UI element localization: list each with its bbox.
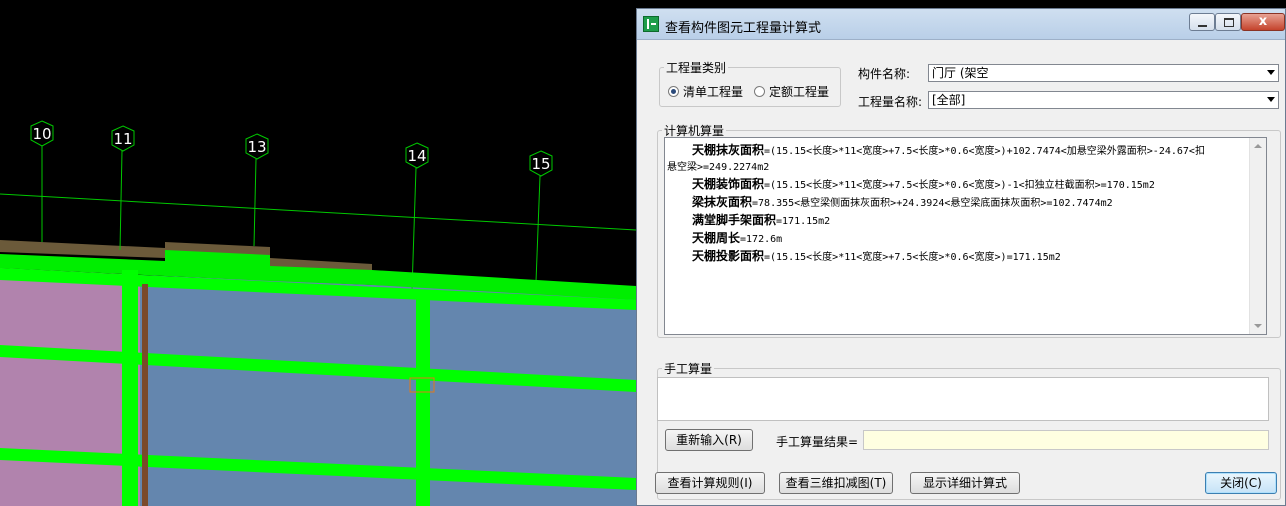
axis-marker-13[interactable]: 13	[245, 133, 269, 160]
close-icon: x	[1258, 14, 1268, 29]
calc-line-name: 天棚投影面积	[692, 249, 765, 263]
beam-vertical-1	[122, 270, 138, 506]
radio-checked-icon	[668, 86, 679, 97]
cad-canvas[interactable]: 10 11 13 14 15	[0, 0, 636, 506]
minimize-button[interactable]	[1189, 13, 1215, 31]
manual-result-field[interactable]	[863, 430, 1269, 450]
calc-line-name: 满堂脚手架面积	[692, 213, 777, 227]
maximize-button[interactable]	[1215, 13, 1241, 31]
qty-name-value: [全部]	[932, 93, 966, 107]
radio-quota-qty[interactable]: 定额工程量	[754, 83, 829, 100]
slab-pink	[0, 268, 140, 506]
component-name-value: 门厅 (架空	[932, 66, 989, 80]
axis-marker-14[interactable]: 14	[405, 142, 429, 169]
svg-text:13: 13	[247, 138, 266, 156]
svg-text:15: 15	[531, 155, 550, 173]
calc-line-name: 天棚装饰面积	[692, 177, 765, 191]
app-icon	[643, 16, 659, 32]
dim-line	[0, 193, 636, 231]
dialog-titlebar[interactable]: 查看构件图元工程量计算式 x	[637, 9, 1285, 40]
radio-bill-qty-label: 清单工程量	[683, 85, 744, 99]
calc-line-expr: 悬空梁>=249.2274m2	[667, 162, 770, 173]
calc-line: 天棚装饰面积=(15.15<长度>*11<宽度>+7.5<长度>*0.6<宽度>…	[667, 176, 1247, 194]
calc-line: 天棚投影面积=(15.15<长度>*11<宽度>+7.5<长度>*0.6<宽度>…	[667, 248, 1247, 266]
svg-text:10: 10	[32, 125, 51, 143]
calc-line: 梁抹灰面积=78.355<悬空梁侧面抹灰面积>+24.3924<悬空梁底面抹灰面…	[667, 194, 1247, 212]
view-3d-deduction-button[interactable]: 查看三维扣减图(T)	[779, 472, 893, 494]
calc-line-expr: =(15.15<长度>*11<宽度>+7.5<长度>*0.6<宽度>)=171.…	[764, 252, 1061, 263]
calc-line-name: 天棚抹灰面积	[692, 143, 765, 157]
close-button[interactable]: 关闭(C)	[1205, 472, 1277, 494]
svg-text:14: 14	[407, 147, 426, 165]
axis-line-14	[411, 167, 417, 291]
calc-line-expr: =172.6m	[740, 234, 783, 245]
calc-line-name: 梁抹灰面积	[692, 195, 753, 209]
beam-vertical-2	[416, 290, 430, 506]
radio-bill-qty[interactable]: 清单工程量	[668, 83, 743, 100]
wall-brown	[142, 284, 148, 506]
chevron-down-icon	[1267, 97, 1275, 102]
qty-type-legend: 工程量类别	[666, 61, 727, 75]
axis-line-15	[535, 175, 541, 283]
component-name-label: 构件名称:	[858, 67, 911, 81]
calc-line: 悬空梁>=249.2274m2	[667, 160, 1247, 176]
calc-formula-text: 天棚抹灰面积=(15.15<长度>*11<宽度>+7.5<长度>*0.6<宽度>…	[667, 142, 1247, 266]
calc-line-expr: =(15.15<长度>*11<宽度>+7.5<长度>*0.6<宽度>)+102.…	[764, 146, 1205, 157]
dialog-title: 查看构件图元工程量计算式	[665, 21, 822, 36]
radio-unchecked-icon	[754, 86, 765, 97]
calc-line: 满堂脚手架面积=171.15m2	[667, 212, 1247, 230]
calc-line-name: 天棚周长	[692, 231, 741, 245]
calc-line: 天棚周长=172.6m	[667, 230, 1247, 248]
chevron-down-icon	[1267, 70, 1275, 75]
manual-formula-input[interactable]	[657, 377, 1269, 421]
cad-drawing: 10 11 13 14 15	[0, 120, 636, 506]
qty-name-label: 工程量名称:	[858, 95, 923, 109]
calc-line-expr: =78.355<悬空梁侧面抹灰面积>+24.3924<悬空梁底面抹灰面积>=10…	[752, 198, 1113, 209]
qty-formula-dialog: 查看构件图元工程量计算式 x 工程量类别 清单工程量 定额工程量 构件名称: 门…	[636, 8, 1286, 506]
window-close-button[interactable]: x	[1241, 13, 1285, 31]
axis-marker-11[interactable]: 11	[111, 125, 135, 152]
calc-line: 天棚抹灰面积=(15.15<长度>*11<宽度>+7.5<长度>*0.6<宽度>…	[667, 142, 1247, 160]
manual-calc-legend: 手工算量	[664, 362, 713, 376]
show-detailed-formula-button[interactable]: 显示详细计算式	[910, 472, 1020, 494]
axis-line-13	[253, 158, 257, 247]
calc-line-expr: =(15.15<长度>*11<宽度>+7.5<长度>*0.6<宽度>)-1<扣独…	[764, 180, 1155, 191]
axis-marker-15[interactable]: 15	[529, 150, 553, 177]
view-calc-rules-button[interactable]: 查看计算规则(I)	[655, 472, 765, 494]
manual-result-label: 手工算量结果=	[776, 435, 859, 449]
component-name-select[interactable]: 门厅 (架空	[928, 64, 1279, 82]
radio-quota-qty-label: 定额工程量	[769, 85, 830, 99]
scroll-down-icon[interactable]	[1254, 324, 1262, 328]
axis-marker-10[interactable]: 10	[30, 120, 54, 147]
svg-text:11: 11	[113, 130, 132, 148]
scroll-up-icon[interactable]	[1254, 144, 1262, 148]
calc-scrollbar[interactable]	[1249, 138, 1266, 334]
reinput-button[interactable]: 重新输入(R)	[665, 429, 753, 451]
qty-name-select[interactable]: [全部]	[928, 91, 1279, 109]
calc-line-expr: =171.15m2	[776, 216, 831, 227]
calc-formula-textarea[interactable]: 天棚抹灰面积=(15.15<长度>*11<宽度>+7.5<长度>*0.6<宽度>…	[664, 137, 1267, 335]
